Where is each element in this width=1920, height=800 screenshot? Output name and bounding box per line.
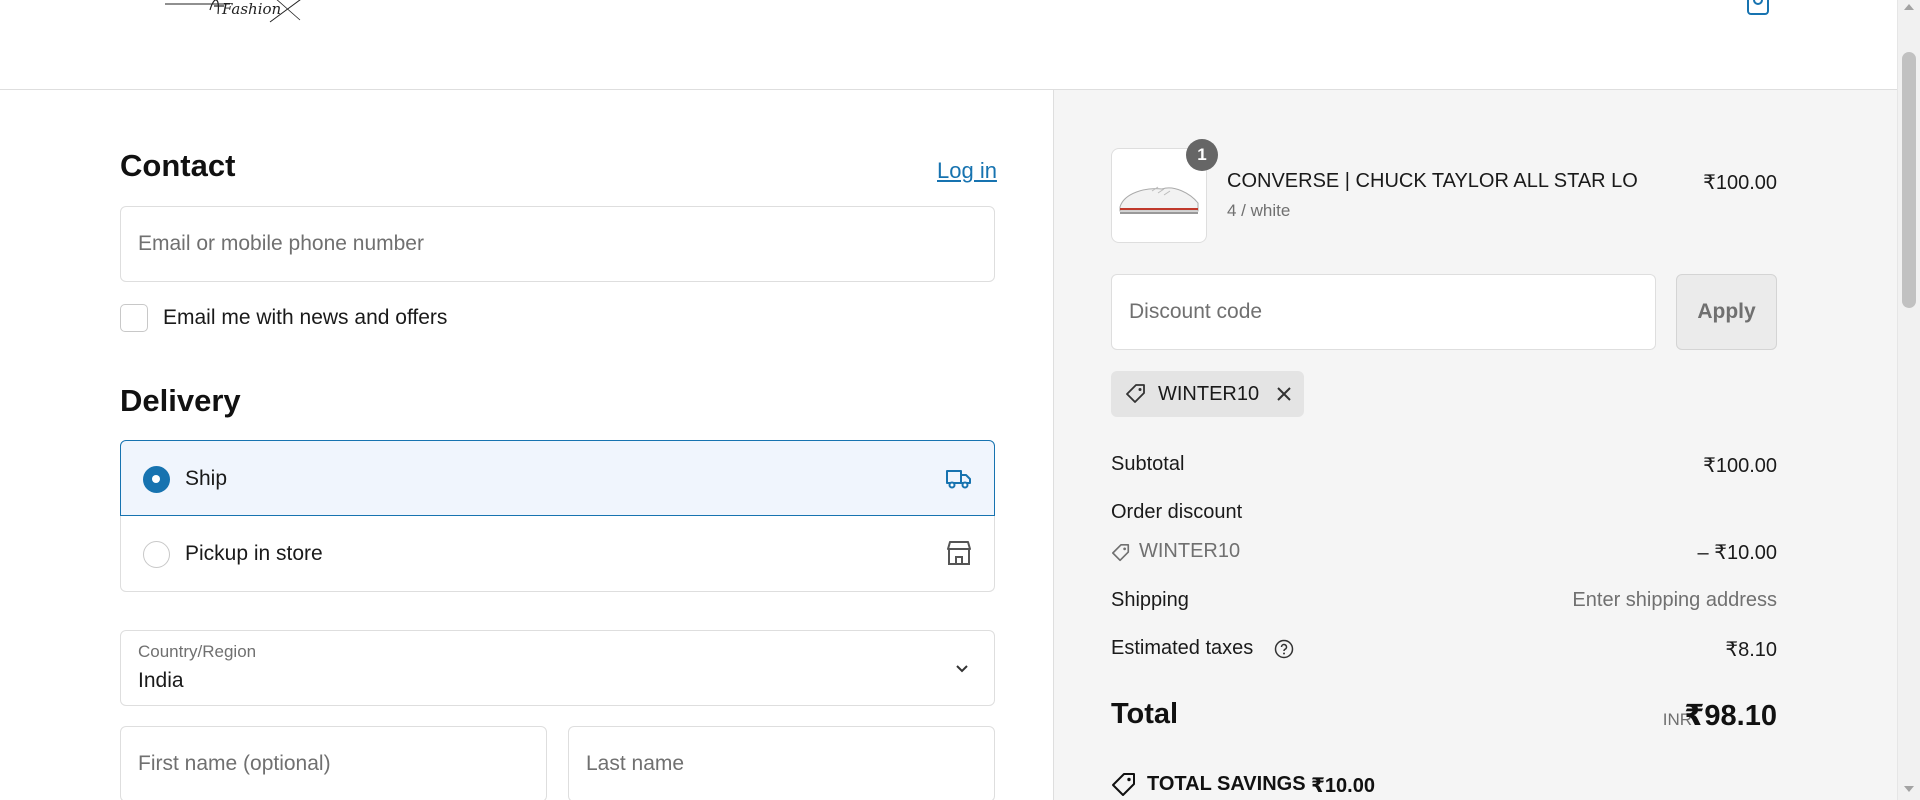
truck-icon: [944, 463, 974, 493]
discount-input[interactable]: [1112, 275, 1655, 349]
scroll-down-arrow[interactable]: [1904, 786, 1914, 792]
shipping-label: Shipping: [1111, 589, 1189, 611]
product-price: ₹100.00: [1703, 172, 1777, 194]
delivery-option-pickup[interactable]: Pickup in store: [120, 516, 995, 592]
applied-discount-tag: WINTER10: [1111, 371, 1304, 417]
scroll-up-arrow[interactable]: [1904, 4, 1914, 10]
first-name-input[interactable]: [121, 727, 546, 800]
order-discount-label: Order discount: [1111, 501, 1243, 523]
country-select[interactable]: Country/Region India: [120, 630, 995, 706]
tag-icon: [1111, 543, 1131, 563]
taxes-label: Estimated taxes: [1111, 637, 1254, 659]
close-icon[interactable]: [1274, 384, 1294, 404]
site-header: Fashion: [0, 0, 1897, 90]
newsletter-label: Email me with news and offers: [163, 306, 448, 329]
tag-icon: [1125, 383, 1147, 405]
country-value: India: [138, 669, 184, 692]
scrollbar-thumb[interactable]: [1902, 52, 1916, 308]
shipping-value: Enter shipping address: [1572, 589, 1777, 611]
delivery-heading: Delivery: [120, 383, 241, 418]
order-summary: 1 CONVERSE | CHUCK TAYLOR ALL STAR LO 4 …: [1053, 90, 1897, 800]
subtotal-label: Subtotal: [1111, 453, 1185, 475]
ship-label: Ship: [185, 467, 228, 490]
store-icon: [944, 538, 974, 568]
taxes-value: ₹8.10: [1725, 639, 1777, 661]
help-icon[interactable]: [1274, 639, 1294, 659]
store-logo[interactable]: Fashion: [160, 0, 320, 32]
svg-text:Fashion: Fashion: [221, 0, 281, 18]
discount-code-line: WINTER10: [1139, 540, 1241, 562]
quantity-badge: 1: [1186, 139, 1218, 171]
newsletter-checkbox[interactable]: [120, 304, 148, 332]
delivery-option-ship[interactable]: Ship: [120, 440, 995, 516]
apply-button[interactable]: Apply: [1676, 274, 1777, 350]
applied-code: WINTER10: [1158, 383, 1260, 405]
total-savings-label: TOTAL SAVINGS: [1147, 773, 1306, 795]
ship-radio[interactable]: [143, 466, 170, 493]
last-name-field[interactable]: [568, 726, 995, 800]
login-link[interactable]: Log in: [937, 158, 997, 184]
product-name: CONVERSE | CHUCK TAYLOR ALL STAR LO: [1227, 170, 1638, 192]
subtotal-value: ₹100.00: [1703, 455, 1777, 477]
total-savings-value: ₹10.00: [1311, 775, 1375, 797]
first-name-field[interactable]: [120, 726, 547, 800]
savings-tag-icon: [1111, 772, 1137, 798]
discount-field[interactable]: [1111, 274, 1656, 350]
chevron-down-icon: [952, 659, 972, 679]
country-label: Country/Region: [138, 642, 257, 661]
pickup-label: Pickup in store: [185, 542, 323, 565]
email-input[interactable]: [121, 207, 994, 281]
product-variant: 4 / white: [1227, 201, 1291, 220]
contact-heading: Contact: [120, 148, 236, 183]
checkout-form: Contact Log in Email me with news and of…: [0, 90, 1053, 800]
shopping-bag-icon[interactable]: [1744, 0, 1772, 18]
product-thumbnail: 1: [1111, 139, 1218, 243]
discount-value: – ₹10.00: [1697, 542, 1777, 564]
total-label: Total: [1111, 698, 1179, 730]
page-scrollbar[interactable]: [1897, 0, 1920, 800]
total-value: ₹98.10: [1684, 700, 1777, 732]
last-name-input[interactable]: [569, 727, 994, 800]
pickup-radio[interactable]: [143, 541, 170, 568]
email-field[interactable]: [120, 206, 995, 282]
